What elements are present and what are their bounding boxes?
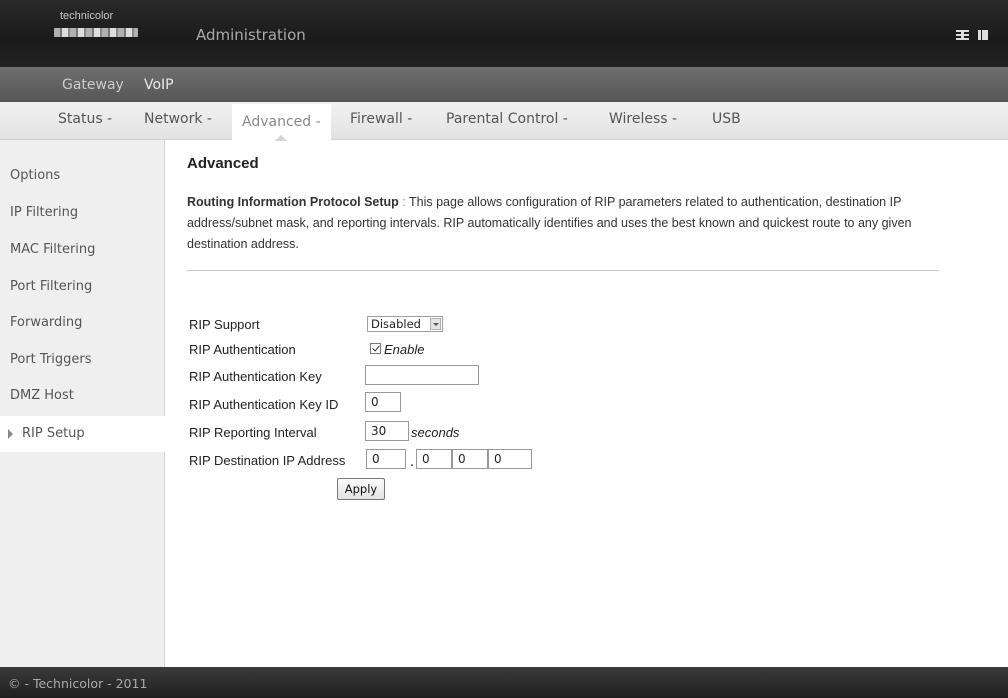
rip-authentication-enable-label: Enable: [384, 342, 425, 357]
header-title: Administration: [196, 26, 306, 44]
dest-ip-octet-4-input[interactable]: 0: [488, 449, 532, 469]
tab-parental-control[interactable]: Parental Control -: [446, 111, 568, 140]
sidebar-item-port-triggers[interactable]: Port Triggers: [0, 342, 165, 378]
sidebar-item-options[interactable]: Options: [0, 158, 165, 194]
language-icon[interactable]: [956, 30, 969, 40]
rip-authentication-label: RIP Authentication: [189, 342, 296, 357]
sidebar-item-rip-setup[interactable]: RIP Setup: [0, 416, 165, 452]
footer-copyright: © - Technicolor - 2011: [8, 676, 148, 691]
main-content: Advanced Routing Information Protocol Se…: [165, 140, 1008, 667]
sidebar-item-dmz-host[interactable]: DMZ Host: [0, 378, 165, 414]
sidebar: Options IP Filtering MAC Filtering Port …: [0, 140, 165, 667]
sidebar-item-forwarding[interactable]: Forwarding: [0, 305, 165, 341]
rip-destination-ip-label: RIP Destination IP Address: [189, 453, 346, 468]
tab-wireless[interactable]: Wireless -: [609, 111, 677, 140]
sidebar-item-ip-filtering[interactable]: IP Filtering: [0, 195, 165, 231]
tab-network[interactable]: Network -: [144, 111, 212, 140]
tab-advanced[interactable]: Advanced -: [232, 104, 331, 141]
sidebar-item-label: RIP Setup: [22, 426, 85, 441]
top-header: technicolor Administration: [0, 0, 1008, 67]
sidebar-item-mac-filtering[interactable]: MAC Filtering: [0, 232, 165, 268]
rip-support-select[interactable]: Disabled: [367, 316, 443, 332]
rip-reporting-interval-input[interactable]: 30: [365, 421, 409, 441]
dest-ip-octet-1-input[interactable]: 0: [366, 449, 406, 469]
technicolor-logo: technicolor: [50, 10, 140, 50]
tab-usb[interactable]: USB: [712, 111, 741, 140]
seconds-unit-label: seconds: [411, 425, 460, 440]
logout-icon[interactable]: [978, 30, 988, 40]
tab-advanced-label: Advanced -: [242, 114, 321, 130]
selected-arrow-icon: [8, 429, 13, 439]
sub-navigation: Gateway VoIP: [0, 67, 1008, 102]
rip-support-label: RIP Support: [189, 317, 260, 332]
rip-support-value: Disabled: [371, 317, 421, 331]
page-description: Routing Information Protocol Setup : Thi…: [187, 192, 947, 255]
logo-bar: [54, 28, 138, 37]
rip-auth-key-label: RIP Authentication Key: [189, 369, 322, 384]
divider: [187, 270, 939, 271]
apply-button[interactable]: Apply: [337, 478, 385, 500]
header-icons: [956, 30, 996, 40]
description-heading: Routing Information Protocol Setup: [187, 195, 399, 209]
tab-status[interactable]: Status -: [58, 111, 112, 140]
logo-text: technicolor: [60, 10, 114, 22]
dest-ip-octet-2-input[interactable]: 0: [416, 449, 452, 469]
tab-firewall[interactable]: Firewall -: [350, 111, 412, 140]
rip-reporting-interval-label: RIP Reporting Interval: [189, 425, 317, 440]
description-separator: :: [398, 195, 409, 209]
sidebar-item-port-filtering[interactable]: Port Filtering: [0, 269, 165, 305]
rip-auth-key-id-label: RIP Authentication Key ID: [189, 397, 339, 412]
chevron-down-icon: [430, 318, 441, 330]
dest-ip-octet-3-input[interactable]: 0: [452, 449, 488, 469]
ip-separator-1: .: [410, 455, 415, 470]
subnav-gateway[interactable]: Gateway: [62, 77, 124, 93]
rip-authentication-checkbox[interactable]: [370, 343, 381, 354]
rip-auth-key-input[interactable]: [365, 365, 479, 385]
rip-auth-key-id-input[interactable]: 0: [365, 392, 401, 412]
subnav-voip[interactable]: VoIP: [144, 77, 174, 93]
footer: © - Technicolor - 2011: [0, 667, 1008, 698]
page-title: Advanced: [187, 155, 259, 172]
main-navigation: Status - Network - Advanced - Firewall -…: [0, 102, 1008, 141]
